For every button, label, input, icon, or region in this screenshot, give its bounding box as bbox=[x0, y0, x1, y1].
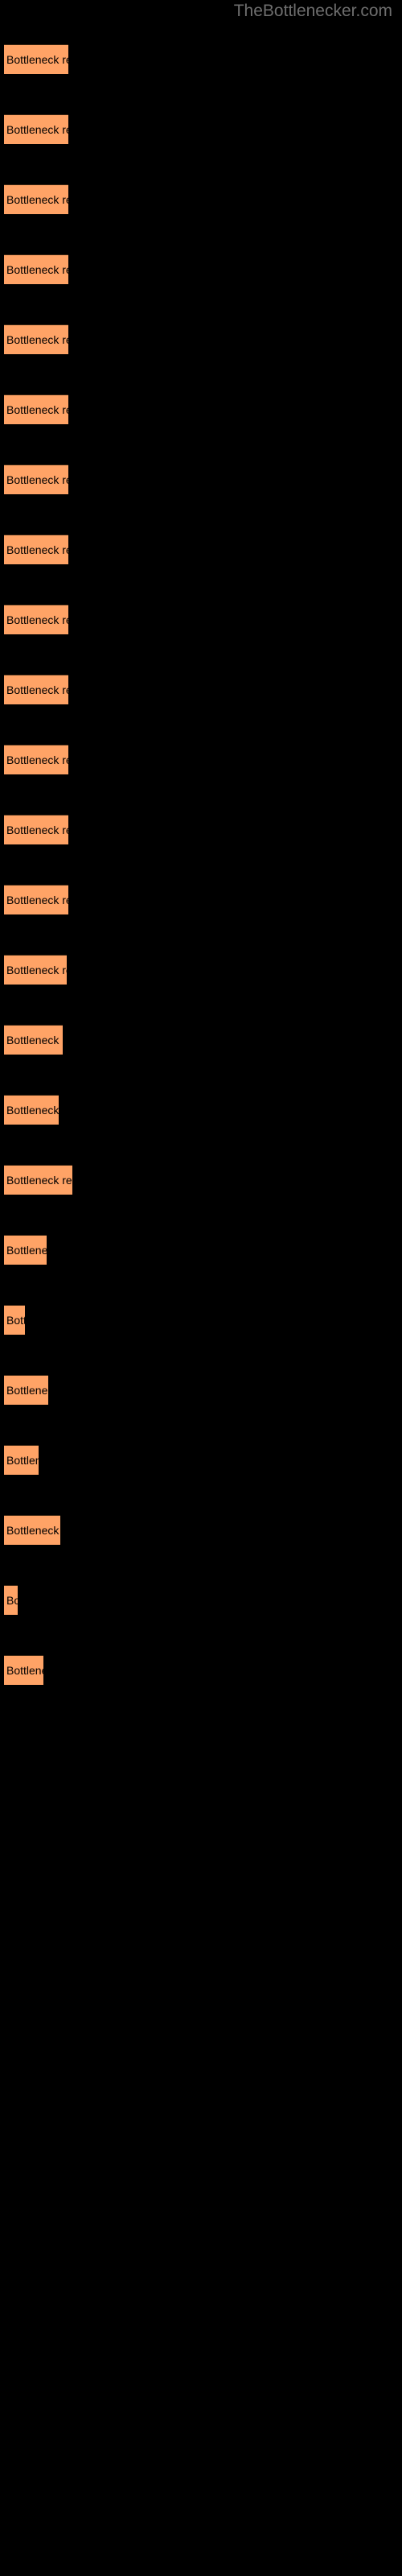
bar: Bottleneck result bbox=[4, 1305, 25, 1335]
bar-label: Bottleneck result bbox=[6, 753, 68, 766]
bar: Bottleneck result bbox=[4, 1375, 48, 1405]
bar: Bottleneck result bbox=[4, 535, 68, 564]
bar-label: Bottleneck result bbox=[6, 403, 68, 416]
bar-label: Bottleneck result bbox=[6, 824, 68, 836]
bar-label: Bottleneck result bbox=[6, 1524, 60, 1537]
bar: Bottleneck result bbox=[4, 44, 68, 74]
bar: Bottleneck result bbox=[4, 1585, 18, 1615]
bar: Bottleneck result bbox=[4, 464, 68, 494]
bar: Bottleneck result bbox=[4, 324, 68, 354]
bar-label: Bottleneck result bbox=[6, 1314, 25, 1327]
bar: Bottleneck result bbox=[4, 675, 68, 704]
bar-label: Bottleneck result bbox=[6, 123, 68, 136]
bar-list: Bottleneck result Bottleneck result Bottle… bbox=[0, 0, 402, 2576]
bar: Bottleneck result bbox=[4, 955, 67, 985]
bar-label: Bottleneck result bbox=[6, 964, 67, 976]
bar: Bottleneck result bbox=[4, 745, 68, 774]
bar-label: Bottleneck result bbox=[6, 683, 68, 696]
bar: Bottleneck result bbox=[4, 815, 68, 844]
bar: Bottleneck result bbox=[4, 1095, 59, 1125]
bar: Bottleneck result bbox=[4, 1235, 47, 1265]
bottleneck-chart: TheBottlenecker.com Bottleneck resultBot… bbox=[0, 0, 402, 2576]
bar-label: Bottleneck result bbox=[6, 613, 68, 626]
bar: Bottleneck result bbox=[4, 394, 68, 424]
bar: Bottleneck result bbox=[4, 885, 68, 914]
bar: Bottleneck result bbox=[4, 1655, 43, 1685]
bar-label: Bottleneck result bbox=[6, 193, 68, 206]
bar-label: Bottleneck result bbox=[6, 1244, 47, 1257]
bar: Bottleneck result bbox=[4, 1515, 60, 1545]
bar-label: Bottleneck result bbox=[6, 263, 68, 276]
bar-label: Bottleneck result bbox=[6, 543, 68, 556]
bar-label: Bottleneck result bbox=[6, 1664, 43, 1677]
bar: Bottleneck result bbox=[4, 1165, 72, 1195]
bar-label: Bottleneck result bbox=[6, 1454, 39, 1467]
bar-label: Bottleneck result bbox=[6, 1104, 59, 1117]
bar: Bottleneck result bbox=[4, 114, 68, 144]
bar: Bottleneck result bbox=[4, 605, 68, 634]
bar: Bottleneck result bbox=[4, 1025, 63, 1055]
bar-label: Bottleneck result bbox=[6, 1384, 48, 1397]
bar-label: Bottleneck result bbox=[6, 333, 68, 346]
bar-label: Bottleneck result bbox=[6, 53, 68, 66]
bar-label: Bottleneck result bbox=[6, 1174, 72, 1187]
bar-label: Bottleneck result bbox=[6, 1034, 63, 1046]
bar: Bottleneck result bbox=[4, 1445, 39, 1475]
bar-label: Bottleneck result bbox=[6, 473, 68, 486]
bar-label: Bottleneck result bbox=[6, 1594, 18, 1607]
bar-label: Bottleneck result bbox=[6, 894, 68, 906]
bar: Bottleneck result bbox=[4, 254, 68, 284]
bar: Bottleneck result bbox=[4, 184, 68, 214]
